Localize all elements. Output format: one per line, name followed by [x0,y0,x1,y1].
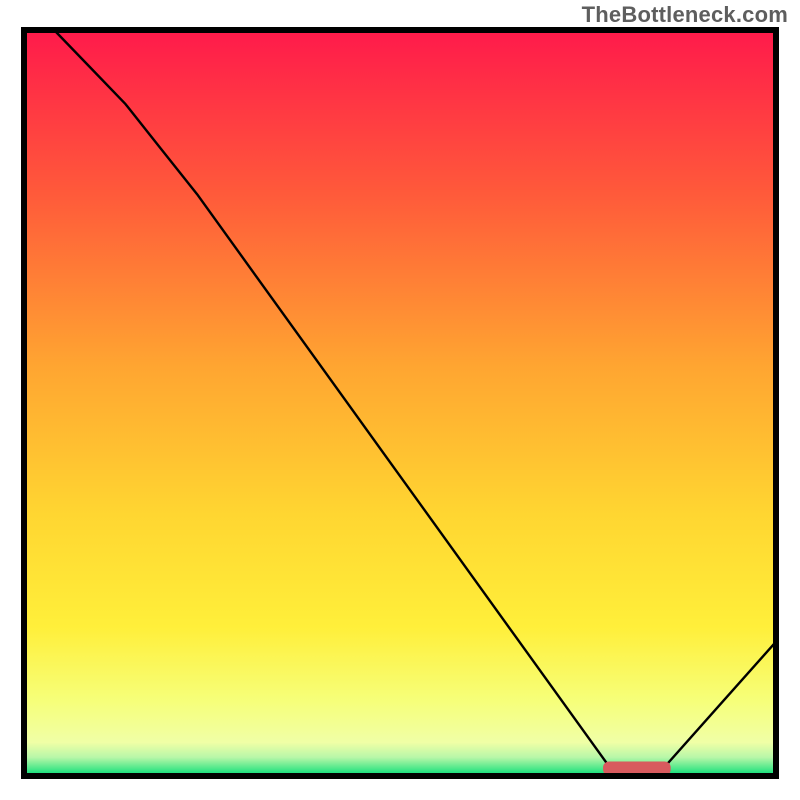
bottleneck-chart [0,0,800,800]
watermark-text: TheBottleneck.com [582,2,788,28]
chart-container: { "watermark": "TheBottleneck.com", "cha… [0,0,800,800]
plot-area [24,30,776,776]
plot-background [24,30,776,776]
